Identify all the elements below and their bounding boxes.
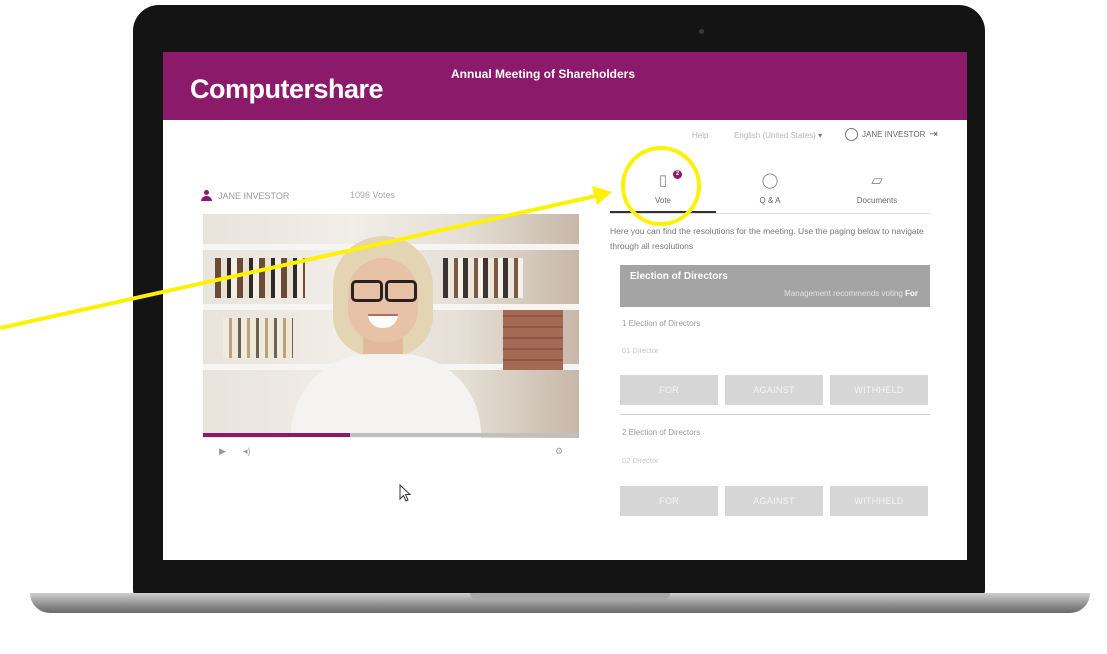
video-progress-fill [203,433,350,437]
withheld-button[interactable]: WITHHELD [830,486,928,516]
recommendation-value: For [905,289,918,298]
computershare-logo[interactable]: Computershare [190,74,384,105]
resolution-divider [620,414,930,415]
viewer-name: JANE INVESTOR [218,190,290,201]
video-progress-bar[interactable] [203,433,579,437]
vote-badge: 2 [673,170,682,179]
mouse-cursor-icon [399,484,412,502]
for-button[interactable]: FOR [620,375,718,405]
language-label: English (United States) [734,131,816,140]
presenter-glasses [351,280,417,302]
tab-documents-label: Documents [856,196,898,205]
help-link[interactable]: Help [692,131,708,140]
app-screen: Computershare Annual Meeting of Sharehol… [163,52,967,560]
tab-qa[interactable]: ◯ Q & A [717,165,823,213]
tab-vote-label: Vote [654,196,671,205]
chevron-down-icon: ▾ [818,131,823,140]
camera-dot [699,29,704,34]
user-menu[interactable]: JANE INVESTOR ⇥ [845,128,938,141]
logout-icon[interactable]: ⇥ [929,129,937,140]
play-icon[interactable]: ▶ [219,446,226,457]
resolution-title: 2 Election of Directors [622,428,701,437]
tab-documents[interactable]: ▱ Documents [824,165,930,213]
management-recommendation: Management recommends voting For [784,289,918,298]
for-button[interactable]: FOR [620,486,718,516]
resolution-director: 02 Director [622,456,659,465]
meeting-title: Annual Meeting of Shareholders [451,67,636,81]
tab-vote[interactable]: ▯ 2 Vote [610,165,716,213]
app-header: Computershare Annual Meeting of Sharehol… [163,52,967,120]
tab-qa-label: Q & A [759,196,781,205]
election-section-header: Election of Directors Management recomme… [620,265,930,307]
panel-tabs: ▯ 2 Vote ◯ Q & A ▱ Documents [610,165,930,214]
laptop-notch [470,593,670,600]
against-button[interactable]: AGAINST [725,375,823,405]
resolution-title: 1 Election of Directors [622,319,701,328]
recommendation-text: Management recommends voting [784,289,903,298]
user-circle-icon [845,128,858,141]
person-icon [201,190,212,201]
user-name: JANE INVESTOR [862,130,926,139]
folder-icon: ▱ [871,172,883,189]
books [215,258,305,298]
settings-icon[interactable]: ⚙ [555,446,563,457]
brick-wall [503,310,563,370]
books [223,318,293,358]
resolution-director: 01 Director [622,346,659,355]
volume-icon[interactable]: ◂) [243,446,251,457]
votes-count: 1096 Votes [350,190,396,200]
withheld-button[interactable]: WITHHELD [830,375,928,405]
document-icon: ▯ [658,172,668,189]
election-section-title: Election of Directors [630,271,728,282]
chat-bubble-icon: ◯ [761,172,779,189]
language-select[interactable]: English (United States) ▾ [734,131,822,140]
books [443,258,523,298]
viewer-info: JANE INVESTOR [201,190,289,201]
video-player[interactable] [203,214,579,438]
vote-intro-text: Here you can find the resolutions for th… [610,226,924,251]
against-button[interactable]: AGAINST [725,486,823,516]
